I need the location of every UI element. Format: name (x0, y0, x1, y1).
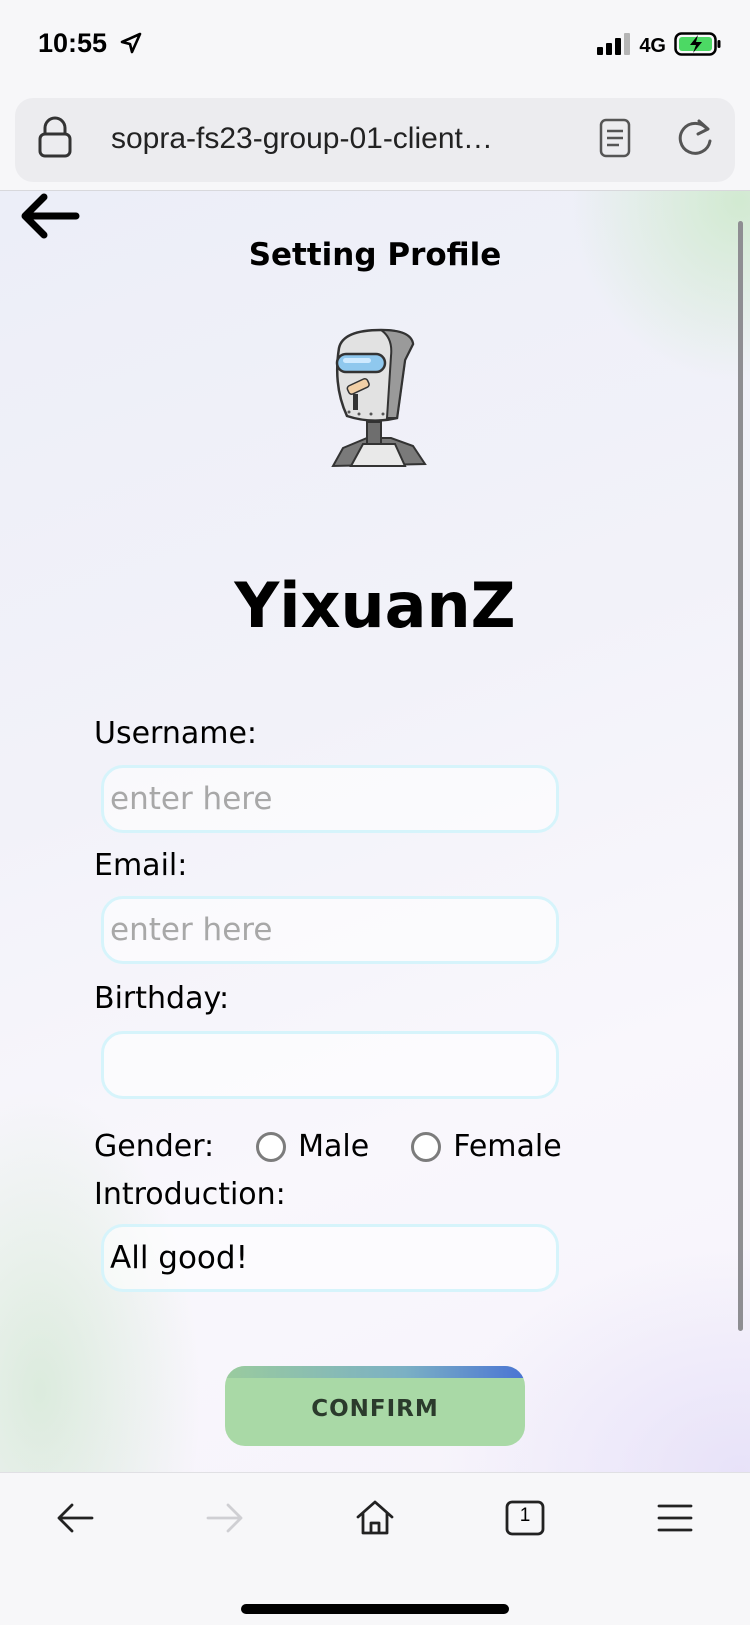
menu-icon[interactable] (654, 1497, 696, 1543)
page-scrollbar[interactable] (738, 221, 743, 1331)
home-indicator[interactable] (241, 1604, 509, 1614)
confirm-button[interactable]: CONFIRM (225, 1366, 525, 1446)
birthday-label: Birthday: (94, 981, 230, 1016)
status-bar: 10:55 4G (0, 0, 750, 92)
confirm-button-label: CONFIRM (311, 1396, 439, 1422)
status-time: 10:55 (38, 28, 108, 58)
reload-icon[interactable] (675, 117, 715, 163)
email-label: Email: (94, 848, 188, 883)
tab-count: 1 (519, 1505, 531, 1526)
page-title: Setting Profile (248, 237, 502, 273)
lock-icon (37, 116, 73, 164)
gender-option-male[interactable]: Male (256, 1129, 369, 1164)
female-label[interactable]: Female (453, 1129, 561, 1164)
signal-icon (597, 33, 631, 59)
reader-icon[interactable] (599, 118, 631, 162)
gender-row: Gender: Male Female (94, 1129, 562, 1164)
forward-arrow-icon[interactable] (204, 1497, 246, 1543)
web-page: Setting Profile YixuanZ Username: Email (0, 190, 750, 1473)
gender-label: Gender: (94, 1129, 215, 1164)
male-label[interactable]: Male (298, 1129, 369, 1164)
female-radio[interactable] (411, 1131, 442, 1162)
username-input[interactable] (101, 765, 559, 833)
back-arrow-icon[interactable] (54, 1497, 96, 1543)
location-arrow-icon (120, 32, 142, 58)
username-label: Username: (94, 716, 258, 751)
battery-icon (674, 32, 722, 60)
avatar[interactable] (325, 326, 433, 470)
introduction-label: Introduction: (94, 1177, 286, 1212)
profile-name: YixuanZ (234, 569, 516, 642)
introduction-input[interactable] (101, 1224, 559, 1292)
male-radio[interactable] (256, 1131, 287, 1162)
tabs-icon[interactable]: 1 (504, 1497, 546, 1543)
network-label: 4G (639, 34, 666, 57)
email-input[interactable] (101, 896, 559, 964)
browser-toolbar: 1 (0, 1472, 750, 1625)
home-icon[interactable] (354, 1497, 396, 1543)
gender-option-female[interactable]: Female (411, 1129, 562, 1164)
birthday-input[interactable] (101, 1031, 559, 1099)
confirm-button-accent (225, 1366, 525, 1378)
url-text[interactable]: sopra-fs23-group-01-client… (111, 122, 581, 156)
url-bar[interactable]: sopra-fs23-group-01-client… (15, 98, 735, 182)
